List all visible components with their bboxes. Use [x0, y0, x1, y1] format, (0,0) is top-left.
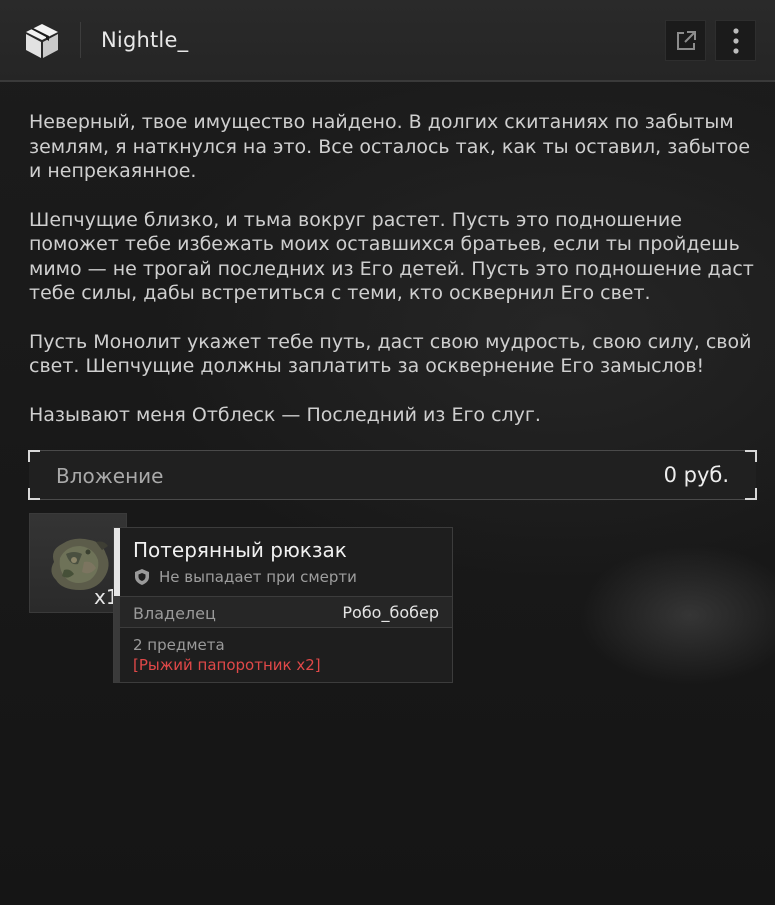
item-name: Потерянный рюкзак	[133, 538, 347, 562]
owner-value: Робо_бобер	[342, 603, 439, 622]
attachment-label: Вложение	[56, 464, 164, 488]
message-paragraph: Называют меня Отблеск — Последний из Его…	[29, 403, 541, 426]
frame-corner	[745, 488, 757, 500]
item-safe-text: Не выпадает при смерти	[159, 568, 357, 586]
owner-label: Владелец	[133, 604, 216, 623]
more-vertical-icon	[732, 27, 739, 54]
message-body: Неверный, твое имущество найдено. В долг…	[29, 110, 759, 451]
message-paragraph: Неверный, твое имущество найдено. В долг…	[29, 111, 751, 182]
frame-corner	[28, 450, 40, 462]
external-link-icon	[676, 30, 696, 50]
contents-item: [Рыжий папоротник x2]	[133, 656, 321, 674]
package-box-icon	[26, 24, 58, 58]
shield-icon	[135, 569, 149, 585]
mail-window: Nightle_ Неверный, твое имущество найден…	[0, 0, 775, 905]
frame-corner	[28, 488, 40, 500]
sender-name: Nightle_	[101, 28, 189, 52]
more-options-button[interactable]	[715, 20, 756, 61]
open-external-button[interactable]	[665, 20, 706, 61]
owner-row: Владелец Робо_бобер	[120, 596, 452, 628]
frame-corner	[745, 450, 757, 462]
item-safe-status: Не выпадает при смерти	[133, 568, 357, 586]
tooltip-accent-stripe	[114, 528, 120, 596]
header-divider	[80, 22, 81, 58]
message-paragraph: Пусть Монолит укажет тебе путь, даст сво…	[29, 330, 752, 378]
header-bar: Nightle_	[0, 0, 775, 82]
message-paragraph: Шепчущие близко, и тьма вокруг растет. П…	[29, 208, 754, 305]
attachment-bar: Вложение 0 руб.	[28, 450, 757, 500]
attachment-value: 0 руб.	[663, 463, 729, 487]
item-tooltip: Потерянный рюкзак Не выпадает при смерти…	[113, 527, 453, 683]
contents-count: 2 предмета	[133, 636, 225, 654]
